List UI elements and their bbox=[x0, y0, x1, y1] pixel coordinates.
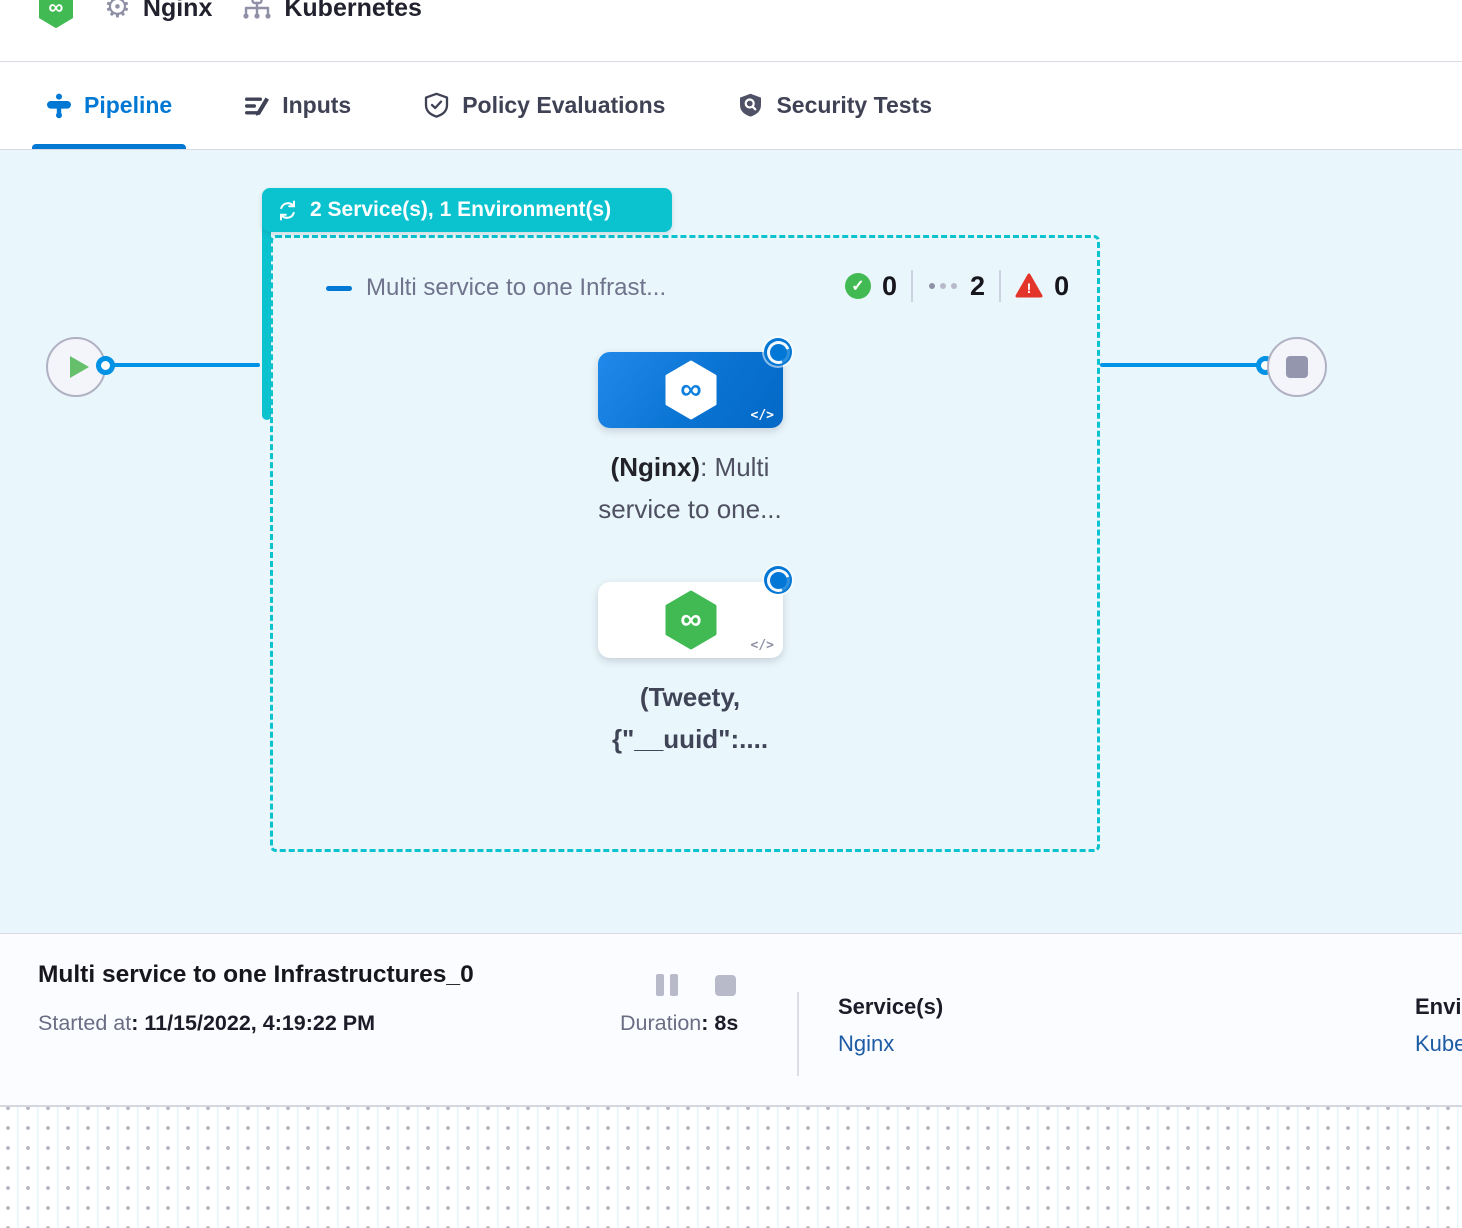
console-grid-area bbox=[0, 1105, 1462, 1228]
service-node-nginx[interactable]: ∞ </> bbox=[598, 352, 783, 428]
environments-block: Environment(s) Kubernetes bbox=[1415, 994, 1462, 1057]
service-node-tweety-label: (Tweety, {"__uuid":.... bbox=[550, 676, 830, 760]
duration: Duration: 8s bbox=[620, 1011, 738, 1036]
pipeline-name: Nginx bbox=[143, 0, 212, 23]
service-node-tweety[interactable]: ∞ </> bbox=[598, 582, 783, 658]
tab-security-tests-label: Security Tests bbox=[776, 92, 932, 119]
environments-label: Environment(s) bbox=[1415, 994, 1462, 1020]
connector-port-left bbox=[96, 356, 115, 375]
code-icon: </> bbox=[751, 638, 774, 653]
harness-hex-icon: ∞ bbox=[662, 589, 720, 651]
svg-text:∞: ∞ bbox=[49, 0, 64, 19]
environment-name: Kubernetes bbox=[284, 0, 422, 23]
count-divider bbox=[999, 270, 1001, 302]
tab-inputs[interactable]: Inputs bbox=[230, 62, 365, 149]
pipeline-canvas: 2 Service(s), 1 Environment(s) Multi ser… bbox=[0, 150, 1462, 933]
pause-button[interactable] bbox=[656, 974, 678, 996]
success-icon: ✓ bbox=[845, 273, 871, 299]
services-environments-badge[interactable]: 2 Service(s), 1 Environment(s) bbox=[262, 188, 672, 232]
tab-policy-evaluations-label: Policy Evaluations bbox=[462, 92, 665, 119]
tab-pipeline[interactable]: Pipeline bbox=[32, 62, 186, 149]
shield-scan-icon bbox=[737, 92, 764, 119]
inputs-icon bbox=[244, 93, 270, 119]
shield-check-icon bbox=[423, 92, 450, 119]
running-ellipsis-icon bbox=[927, 283, 959, 289]
service-node-nginx-label: (Nginx): Multi service to one... bbox=[550, 446, 830, 530]
services-environments-badge-label: 2 Service(s), 1 Environment(s) bbox=[310, 198, 611, 222]
end-node bbox=[1267, 337, 1327, 397]
running-count: 2 bbox=[970, 271, 985, 302]
connector-right bbox=[1100, 363, 1258, 367]
execution-summary-bar: Multi service to one Infrastructures_0 S… bbox=[0, 933, 1462, 1105]
pipeline-breadcrumb: ⚙ Nginx bbox=[104, 0, 212, 23]
count-divider bbox=[911, 270, 913, 302]
top-breadcrumb-bar: ∞ ⚙ Nginx Kubernetes bbox=[0, 0, 1462, 62]
gear-icon: ⚙ bbox=[104, 0, 131, 23]
environment-breadcrumb: Kubernetes bbox=[242, 0, 422, 23]
svg-text:!: ! bbox=[1027, 280, 1032, 296]
running-spinner-nginx bbox=[764, 338, 792, 366]
footer-divider bbox=[797, 992, 799, 1076]
services-label: Service(s) bbox=[838, 994, 943, 1020]
harness-logo-icon: ∞ bbox=[38, 0, 74, 28]
cluster-icon bbox=[242, 0, 272, 23]
execution-tabbar: Pipeline Inputs Policy Evaluations bbox=[0, 62, 1462, 150]
stop-icon bbox=[1286, 356, 1308, 378]
play-icon bbox=[70, 356, 89, 378]
code-icon: </> bbox=[751, 408, 774, 423]
tab-security-tests[interactable]: Security Tests bbox=[723, 62, 946, 149]
failed-warning-icon: ! bbox=[1015, 273, 1043, 299]
started-at: Started at: 11/15/2022, 4:19:22 PM bbox=[38, 1011, 375, 1036]
abort-button[interactable] bbox=[715, 975, 736, 996]
stage-title: Multi service to one Infrast... bbox=[366, 274, 666, 302]
tab-pipeline-label: Pipeline bbox=[84, 92, 172, 119]
running-spinner-tweety bbox=[764, 566, 792, 594]
services-link[interactable]: Nginx bbox=[838, 1031, 943, 1057]
execution-title: Multi service to one Infrastructures_0 bbox=[38, 961, 474, 989]
stage-status-counts: ✓ 0 2 ! 0 bbox=[845, 270, 1069, 302]
environments-link[interactable]: Kubernetes bbox=[1415, 1031, 1462, 1057]
loop-icon bbox=[276, 199, 299, 222]
tab-policy-evaluations[interactable]: Policy Evaluations bbox=[409, 62, 679, 149]
collapse-stage-button[interactable] bbox=[326, 286, 352, 291]
success-count: 0 bbox=[882, 271, 897, 302]
harness-hex-icon: ∞ bbox=[662, 359, 720, 421]
svg-text:∞: ∞ bbox=[680, 603, 701, 636]
tab-inputs-label: Inputs bbox=[282, 92, 351, 119]
pipeline-icon bbox=[46, 93, 72, 119]
svg-text:∞: ∞ bbox=[680, 373, 701, 406]
failed-count: 0 bbox=[1054, 271, 1069, 302]
connector-left bbox=[108, 363, 260, 367]
services-block: Service(s) Nginx bbox=[838, 994, 943, 1057]
